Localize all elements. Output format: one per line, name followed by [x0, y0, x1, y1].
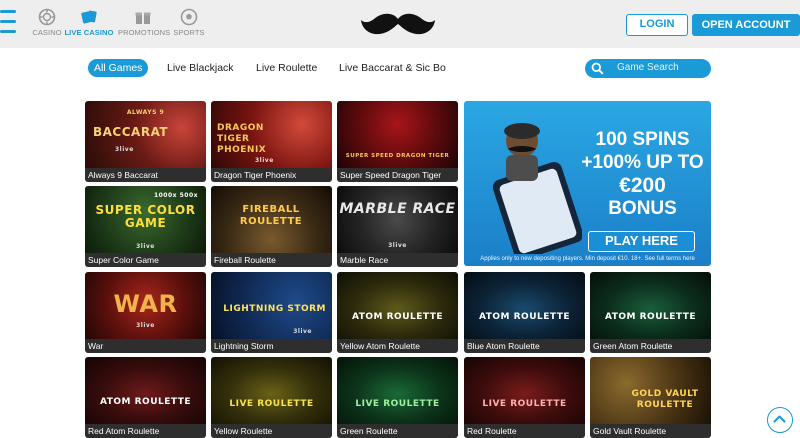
game-art-title: FIREBALL ROULETTE — [239, 204, 303, 227]
gift-icon — [135, 12, 151, 24]
game-tile-blue-atom-roulette[interactable]: ATOM ROULETTE Blue Atom Roulette — [464, 272, 585, 353]
game-art-title: ATOM ROULETTE — [604, 312, 697, 322]
game-art-title: LIGHTNING STORM — [223, 304, 326, 314]
game-tile-war[interactable]: WAR 3live War — [85, 272, 206, 353]
game-title: Red Roulette — [464, 424, 585, 438]
nav-item-label: CASINO — [32, 28, 62, 37]
game-title: Super Color Game — [85, 253, 206, 267]
game-title: Yellow Atom Roulette — [337, 339, 458, 353]
game-thumbnail — [85, 357, 206, 424]
brand-label: 3live — [115, 146, 134, 153]
game-title: Blue Atom Roulette — [464, 339, 585, 353]
game-tile-dragon-tiger-phoenix[interactable]: DRAGON TIGER PHOENIX 3live Dragon Tiger … — [211, 101, 332, 182]
nav-item-label: LIVE CASINO — [64, 28, 114, 37]
mascot-phone-illustration — [492, 123, 582, 254]
game-title: Yellow Roulette — [211, 424, 332, 438]
game-tile-super-speed-dragon-tiger[interactable]: SUPER SPEED DRAGON TIGER Super Speed Dra… — [337, 101, 458, 182]
nav-item-live-casino[interactable]: LIVE CASINO — [64, 8, 114, 37]
game-art-subtitle: 1000x 500x — [153, 192, 198, 199]
game-thumbnail — [464, 272, 585, 339]
nav-item-label: PROMOTIONS — [118, 28, 171, 37]
game-art-title: ATOM ROULETTE — [478, 312, 571, 322]
game-tile-green-roulette[interactable]: LIVE ROULETTE Green Roulette — [337, 357, 458, 438]
play-here-button[interactable]: PLAY HERE — [588, 231, 695, 252]
game-title: Lightning Storm — [211, 339, 332, 353]
game-art-title: LIVE ROULETTE — [482, 399, 567, 409]
game-tile-green-atom-roulette[interactable]: ATOM ROULETTE Green Atom Roulette — [590, 272, 711, 353]
game-title: Green Roulette — [337, 424, 458, 438]
brand-label: 3live — [136, 243, 155, 250]
promo-terms[interactable]: Applies only to new depositing players. … — [464, 256, 711, 262]
search-icon — [591, 62, 604, 75]
nav-item-label: SPORTS — [173, 28, 205, 37]
game-art-title: LIVE ROULETTE — [355, 399, 440, 409]
game-art-title: LIVE ROULETTE — [229, 399, 314, 409]
scroll-to-top-button[interactable] — [767, 407, 793, 433]
filter-live-baccarat-sic-bo[interactable]: Live Baccarat & Sic Bo — [333, 59, 452, 77]
brand-label: 3live — [136, 322, 155, 329]
game-title: Super Speed Dragon Tiger — [337, 168, 458, 182]
game-art-title: SUPER SPEED DRAGON TIGER — [345, 153, 450, 159]
promo-line-amount: €200 — [619, 174, 666, 197]
game-tile-red-atom-roulette[interactable]: ATOM ROULETTE Red Atom Roulette — [85, 357, 206, 438]
search-placeholder: Game Search — [617, 62, 679, 73]
game-thumbnail — [464, 357, 585, 424]
game-search-input[interactable]: Game Search — [585, 59, 711, 78]
game-title: Always 9 Baccarat — [85, 168, 206, 182]
game-art-title: SUPER COLOR GAME — [95, 203, 196, 230]
game-art-title: WAR — [113, 290, 178, 318]
game-title: Fireball Roulette — [211, 253, 332, 267]
live-cards-icon — [81, 10, 97, 24]
promo-line-percent: +100% UP TO — [581, 152, 704, 173]
game-title: Gold Vault Roulette — [590, 424, 711, 438]
brand-label: 3live — [388, 242, 407, 249]
game-art-title: GOLD VAULT ROULETTE — [631, 389, 699, 410]
game-art-title: ATOM ROULETTE — [99, 397, 192, 407]
top-bar: CASINO LIVE CASINO PROMOTIONS SPORTS LOG… — [0, 0, 800, 48]
game-tile-marble-race[interactable]: MARBLE RACE 3live Marble Race — [337, 186, 458, 267]
game-art-title: ATOM ROULETTE — [351, 312, 444, 322]
game-tile-yellow-roulette[interactable]: LIVE ROULETTE Yellow Roulette — [211, 357, 332, 438]
casino-chip-icon — [38, 8, 56, 26]
filter-live-roulette[interactable]: Live Roulette — [250, 59, 323, 77]
game-tile-lightning-storm[interactable]: LIGHTNING STORM 3live Lightning Storm — [211, 272, 332, 353]
game-art-title: BACCARAT — [93, 125, 169, 139]
login-button[interactable]: LOGIN — [626, 14, 688, 36]
welcome-bonus-banner[interactable]: 100 SPINS +100% UP TO €200 BONUS PLAY HE… — [464, 101, 711, 266]
game-tile-super-color-game[interactable]: SUPER COLOR GAME 1000x 500x 3live Super … — [85, 186, 206, 267]
nav-item-sports[interactable]: SPORTS — [164, 8, 214, 37]
brand-label: 3live — [293, 328, 312, 335]
game-thumbnail — [590, 272, 711, 339]
game-art-title: MARBLE RACE — [339, 201, 456, 217]
nav-item-promotions[interactable]: PROMOTIONS — [118, 8, 171, 37]
game-title: Red Atom Roulette — [85, 424, 206, 438]
game-tile-always-9-baccarat[interactable]: ALWAYS 9 BACCARAT 3live Always 9 Baccara… — [85, 101, 206, 182]
game-tile-yellow-atom-roulette[interactable]: ATOM ROULETTE Yellow Atom Roulette — [337, 272, 458, 353]
game-title: Marble Race — [337, 253, 458, 267]
filter-live-blackjack[interactable]: Live Blackjack — [161, 59, 240, 77]
game-tile-red-roulette[interactable]: LIVE ROULETTE Red Roulette — [464, 357, 585, 438]
game-thumbnail — [337, 357, 458, 424]
football-icon — [180, 8, 198, 26]
open-account-button[interactable]: OPEN ACCOUNT — [692, 14, 800, 36]
game-thumbnail — [211, 357, 332, 424]
chevron-up-icon — [773, 415, 786, 423]
mustache-logo[interactable] — [360, 10, 436, 38]
game-thumbnail — [337, 272, 458, 339]
promo-line-spins: 100 SPINS — [595, 129, 690, 150]
game-tile-gold-vault-roulette[interactable]: GOLD VAULT ROULETTE Gold Vault Roulette — [590, 357, 711, 438]
brand-label: 3live — [255, 157, 274, 164]
game-title: Dragon Tiger Phoenix — [211, 168, 332, 182]
game-tile-fireball-roulette[interactable]: FIREBALL ROULETTE Fireball Roulette — [211, 186, 332, 267]
game-title: Green Atom Roulette — [590, 339, 711, 353]
game-art-title: DRAGON TIGER PHOENIX — [217, 123, 267, 155]
promo-line-bonus: BONUS — [608, 198, 677, 219]
filter-all-games[interactable]: All Games — [88, 59, 149, 77]
hamburger-menu-icon[interactable] — [0, 10, 16, 36]
game-art-subtitle: ALWAYS 9 — [126, 109, 165, 116]
game-title: War — [85, 339, 206, 353]
